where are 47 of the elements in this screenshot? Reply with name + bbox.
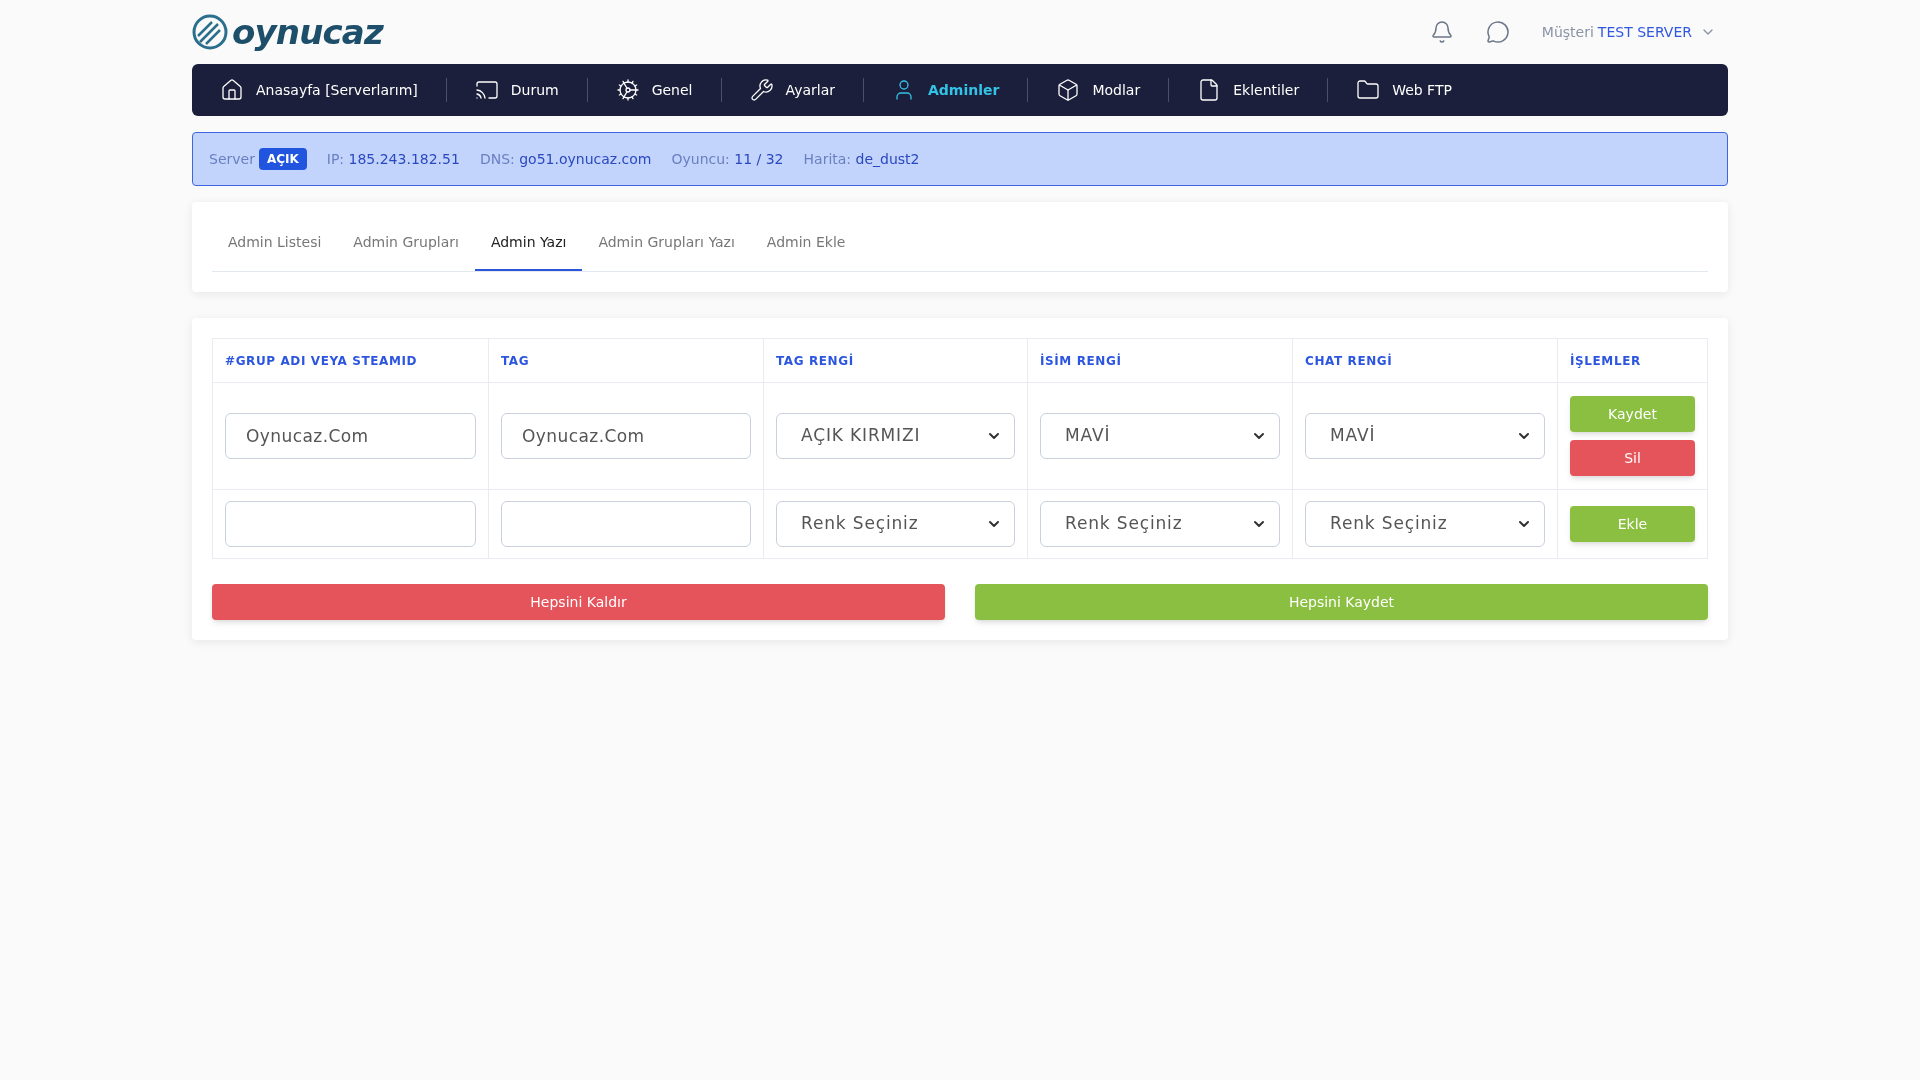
monitor-icon <box>474 78 499 102</box>
server-info: IP: 185.243.182.51 <box>326 149 460 169</box>
column-header: TAG <box>488 338 764 383</box>
color-dropdown[interactable]: MAVİ <box>1305 413 1545 459</box>
delete-button[interactable]: Sil <box>1570 440 1695 476</box>
server-info: Oyuncu: 11 / 32 <box>671 149 784 169</box>
tab[interactable]: Admin Listesi <box>212 232 338 271</box>
color-dropdown[interactable]: Renk Seçiniz <box>776 501 1015 547</box>
tab[interactable]: Admin Ekle <box>750 232 862 271</box>
delete-all-button[interactable]: Hepsini Kaldır <box>212 584 945 620</box>
column-header: İSİM RENGİ <box>1027 338 1293 383</box>
notification-icon[interactable] <box>1429 20 1454 44</box>
column-header: TAG RENGİ <box>763 338 1028 383</box>
column-header: #GRUP ADI VEYA STEAMID <box>212 338 489 383</box>
nav-link[interactable]: Genel <box>615 78 693 102</box>
logo-text: oynucaz <box>232 15 383 49</box>
nav-link[interactable]: Eklentiler <box>1197 78 1300 102</box>
folder-icon <box>1356 78 1381 102</box>
tab[interactable]: Admin Yazı <box>474 232 583 271</box>
tab[interactable]: Admin Grupları Yazı <box>582 232 751 271</box>
home-icon <box>220 78 244 102</box>
text-input[interactable] <box>225 501 476 547</box>
server-info: DNS: go51.oynucaz.com <box>479 149 652 169</box>
color-dropdown[interactable]: Renk Seçiniz <box>1305 501 1545 547</box>
nav-link[interactable]: Ayarlar <box>749 78 835 102</box>
server-info: Harita: de_dust2 <box>803 149 920 169</box>
color-dropdown[interactable]: AÇIK KIRMIZI <box>776 413 1015 459</box>
nav-link[interactable]: Modlar <box>1056 78 1141 102</box>
color-dropdown[interactable]: MAVİ <box>1040 413 1280 459</box>
text-input[interactable] <box>501 501 751 547</box>
status-badge: AÇIK <box>258 148 307 170</box>
text-input[interactable]: Oynucaz.Com <box>225 413 476 459</box>
server-label: Server <box>209 149 255 169</box>
chat-icon[interactable] <box>1485 20 1510 44</box>
gear-icon <box>615 78 640 102</box>
color-dropdown[interactable]: Renk Seçiniz <box>1040 501 1280 547</box>
text-input[interactable]: Oynucaz.Com <box>501 413 751 459</box>
column-header: İŞLEMLER <box>1557 338 1708 383</box>
nav-link[interactable]: Durum <box>474 78 559 102</box>
box-icon <box>1056 78 1081 102</box>
nav-link[interactable]: Anasayfa [Serverlarım] <box>220 78 418 102</box>
wrench-icon <box>749 78 774 102</box>
nav-link[interactable]: Adminler <box>892 78 1000 102</box>
column-header: CHAT RENGİ <box>1292 338 1558 383</box>
nav-link[interactable]: Web FTP <box>1356 78 1452 102</box>
tab[interactable]: Admin Grupları <box>337 232 475 271</box>
user-menu[interactable]: Müşteri TEST SERVER <box>1541 21 1716 43</box>
